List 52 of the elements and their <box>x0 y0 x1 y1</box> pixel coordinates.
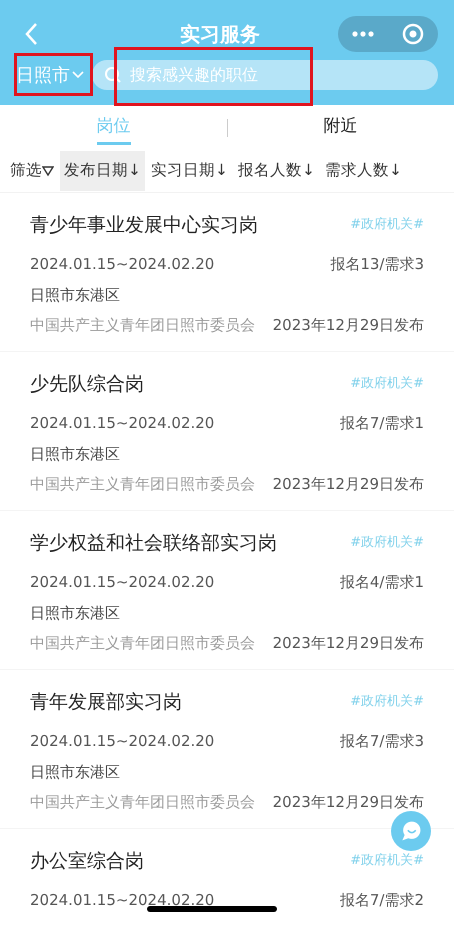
capsule-menu[interactable] <box>338 16 438 52</box>
applicant-count: 报名13/需求3 <box>330 254 424 275</box>
more-icon[interactable] <box>352 31 374 37</box>
sort-button[interactable]: 发布日期↓ <box>60 151 145 191</box>
applicant-count: 报名7/需求1 <box>340 412 424 434</box>
internship-dates: 2024.01.15~2024.02.20 <box>30 572 214 593</box>
job-title: 办公室综合岗 <box>30 848 144 874</box>
filter-button[interactable]: 筛选 <box>6 151 58 191</box>
search-bar[interactable]: 搜索感兴趣的职位 <box>92 60 438 90</box>
applicant-count: 报名4/需求1 <box>340 572 424 593</box>
organization-name: 中国共产主义青年团日照市委员会 <box>30 792 255 813</box>
search-field[interactable]: 搜索感兴趣的职位 <box>130 63 426 87</box>
job-card[interactable]: 青少年事业发展中心实习岗 #政府机关# 2024.01.15~2024.02.20 报名13/需求3 日照市东港区 中国共产主义青年团日照市委员会 2023年12月29日发布 <box>0 193 454 352</box>
category-tag: #政府机关# <box>350 692 424 712</box>
internship-dates: 2024.01.15~2024.02.20 <box>30 730 214 752</box>
applicant-count: 报名7/需求2 <box>340 890 424 911</box>
job-card[interactable]: 少先队综合岗 #政府机关# 2024.01.15~2024.02.20 报名7/需求1 日照市东港区 中国共产主义青年团日照市委员会 2023年12月29日发布 <box>0 352 454 511</box>
location-text: 日照市东港区 <box>30 762 120 783</box>
sort-button[interactable]: 实习日期↓ <box>147 151 232 191</box>
publish-date: 2023年12月29日发布 <box>272 792 424 813</box>
job-title: 学少权益和社会联络部实习岗 <box>30 530 277 556</box>
tab[interactable]: 附近 <box>324 110 358 146</box>
organization-name: 中国共产主义青年团日照市委员会 <box>30 474 255 495</box>
job-title: 青少年事业发展中心实习岗 <box>30 212 258 238</box>
page-title: 实习服务 <box>180 21 260 48</box>
chat-button[interactable] <box>391 811 431 851</box>
publish-date: 2023年12月29日发布 <box>272 474 424 495</box>
category-tag: #政府机关# <box>350 533 424 553</box>
job-card[interactable]: 学少权益和社会联络部实习岗 #政府机关# 2024.01.15~2024.02.20 报名4/需求1 日照市东港区 中国共产主义青年团日照市委员会 2023年12月29日发布 <box>0 511 454 670</box>
publish-date: 2023年12月29日发布 <box>272 632 424 654</box>
job-title: 少先队综合岗 <box>30 372 144 397</box>
category-tag: #政府机关# <box>350 374 424 394</box>
back-icon[interactable] <box>24 22 38 46</box>
category-tag: #政府机关# <box>350 851 424 871</box>
applicant-count: 报名7/需求3 <box>340 730 424 752</box>
filter-icon <box>42 165 54 177</box>
publish-date: 2023年12月29日发布 <box>272 314 424 336</box>
internship-dates: 2024.01.15~2024.02.20 <box>30 890 214 911</box>
location-text: 日照市东港区 <box>30 284 120 306</box>
category-tag: #政府机关# <box>350 215 424 235</box>
sort-button[interactable]: 需求人数↓ <box>321 151 406 191</box>
location-text: 日照市东港区 <box>30 602 120 624</box>
smile-chat-icon <box>400 820 422 842</box>
chevron-down-icon <box>72 71 84 79</box>
internship-dates: 2024.01.15~2024.02.20 <box>30 412 214 434</box>
sort-button[interactable]: 报名人数↓ <box>234 151 319 191</box>
internship-dates: 2024.01.15~2024.02.20 <box>30 254 214 275</box>
job-title: 青年发展部实习岗 <box>30 690 182 715</box>
organization-name: 中国共产主义青年团日照市委员会 <box>30 314 255 336</box>
search-icon <box>104 66 122 84</box>
organization-name: 中国共产主义青年团日照市委员会 <box>30 632 255 654</box>
location-text: 日照市东港区 <box>30 444 120 465</box>
